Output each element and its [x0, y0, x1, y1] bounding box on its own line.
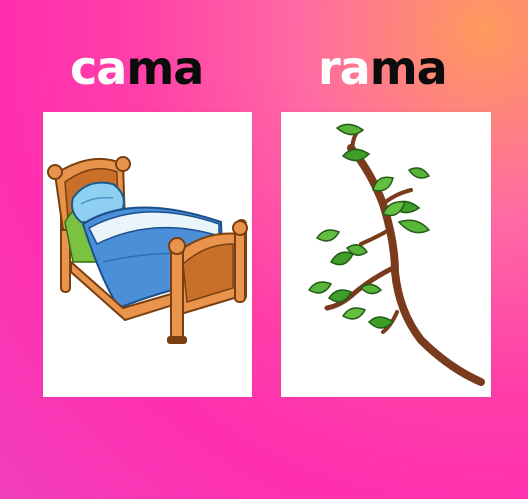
branch-illustration [307, 123, 485, 386]
word-cama-suffix: ma [126, 41, 204, 95]
word-rama: rama [318, 38, 448, 98]
word-cama-prefix: ca [70, 41, 127, 95]
branch-card [281, 112, 491, 397]
word-cama: cama [70, 38, 204, 98]
bed-card [43, 112, 252, 397]
word-rama-suffix: ma [369, 41, 448, 95]
bed-illustration [47, 156, 248, 344]
word-rama-prefix: ra [318, 41, 371, 95]
